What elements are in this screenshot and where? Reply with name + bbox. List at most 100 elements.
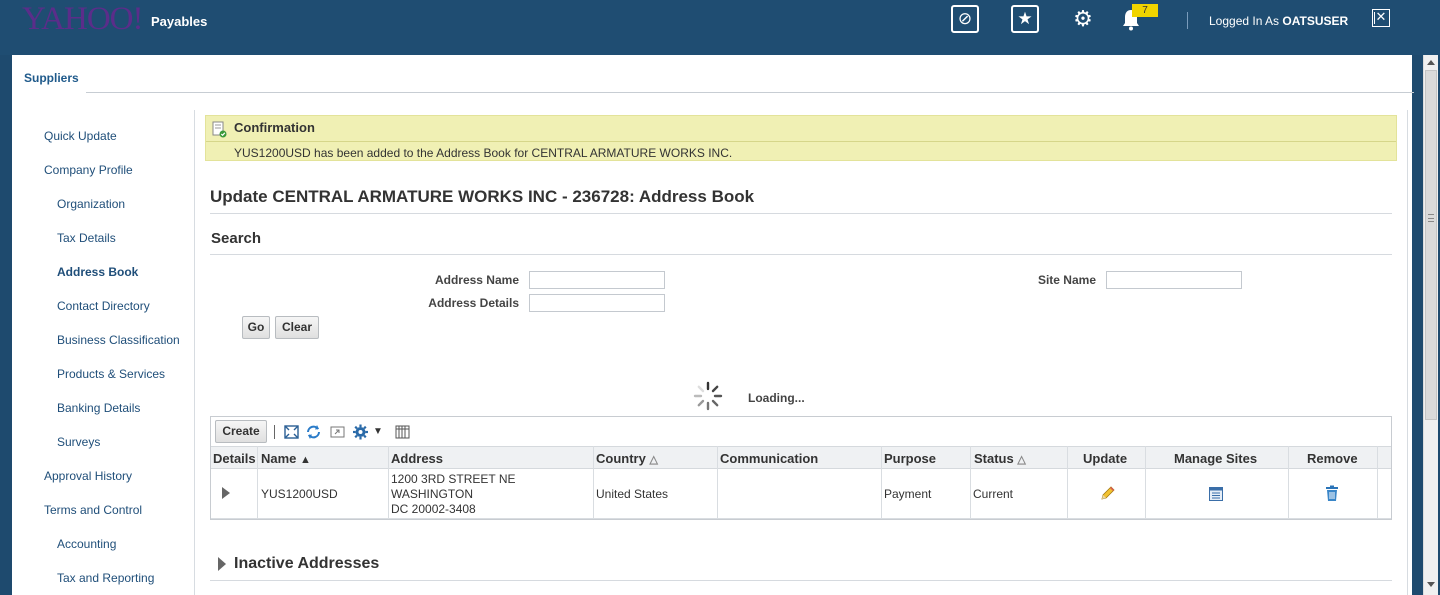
site-name-input[interactable] — [1106, 271, 1242, 289]
address-details-label: Address Details — [428, 296, 519, 310]
header-status[interactable]: Status △ — [974, 451, 1026, 466]
confirmation-title: Confirmation — [234, 120, 315, 135]
logged-in-user: Logged In As OATSUSER — [1209, 14, 1348, 28]
app-title: Payables — [151, 14, 208, 29]
header-status-label: Status — [974, 451, 1014, 466]
row-country: United States — [596, 487, 669, 501]
favorites-star-icon[interactable]: ★ — [1011, 5, 1039, 33]
column-divider — [1288, 446, 1289, 519]
nav-quick-update[interactable]: Quick Update — [44, 129, 117, 143]
scroll-up-arrow-icon[interactable] — [1427, 60, 1435, 65]
freeze-icon[interactable] — [329, 424, 346, 440]
loading-text: Loading... — [748, 391, 805, 405]
nav-contact-directory[interactable]: Contact Directory — [57, 299, 150, 313]
chevron-down-icon[interactable]: ▼ — [372, 424, 384, 440]
logout-icon[interactable]: ✕ — [1372, 9, 1390, 27]
tab-suppliers[interactable]: Suppliers — [24, 71, 79, 85]
update-pencil-icon[interactable] — [1099, 486, 1115, 502]
confirmation-divider — [206, 141, 1396, 142]
column-divider — [970, 446, 971, 519]
header-divider — [1187, 12, 1188, 29]
inactive-divider — [210, 580, 1392, 581]
address-name-input[interactable] — [529, 271, 665, 289]
nav-approval-history[interactable]: Approval History — [44, 469, 132, 483]
column-divider — [881, 446, 882, 519]
navigator-icon[interactable]: ⊘ — [951, 5, 979, 33]
sort-ascending-icon[interactable]: ▲ — [300, 454, 311, 466]
header-remove: Remove — [1307, 451, 1358, 466]
create-button[interactable]: Create — [215, 420, 267, 443]
columns-icon[interactable] — [394, 424, 411, 440]
header-name[interactable]: Name ▲ — [261, 451, 311, 466]
nav-products-services[interactable]: Products & Services — [57, 367, 165, 381]
row-status: Current — [973, 487, 1014, 501]
inactive-addresses-heading[interactable]: Inactive Addresses — [234, 555, 379, 573]
go-button[interactable]: Go — [242, 316, 270, 339]
username: OATSUSER — [1282, 14, 1349, 28]
address-details-input[interactable] — [529, 294, 665, 312]
confirmation-check-icon — [212, 121, 227, 138]
sort-icon[interactable]: △ — [649, 454, 657, 466]
search-divider — [210, 254, 1392, 255]
search-heading: Search — [211, 230, 262, 247]
confirmation-message: YUS1200USD has been added to the Address… — [234, 146, 733, 160]
content-frame — [200, 110, 1408, 595]
logged-in-label: Logged In As — [1209, 14, 1280, 28]
loading-spinner-icon — [692, 380, 724, 412]
header-name-label: Name — [261, 451, 297, 466]
view-settings-gear-icon[interactable] — [352, 424, 369, 440]
column-divider — [1067, 446, 1068, 519]
nav-address-book[interactable]: Address Book — [57, 265, 138, 279]
detach-icon[interactable] — [283, 424, 300, 440]
nav-business-classification[interactable]: Business Classification — [57, 333, 180, 347]
nav-tax-details[interactable]: Tax Details — [57, 231, 116, 245]
column-divider — [257, 446, 258, 519]
nav-surveys[interactable]: Surveys — [57, 435, 100, 449]
toolbar-divider — [274, 425, 275, 439]
column-divider — [593, 446, 594, 519]
page-title: Update CENTRAL ARMATURE WORKS INC - 2367… — [210, 187, 755, 206]
nav-tax-and-reporting[interactable]: Tax and Reporting — [57, 571, 154, 585]
row-address-line1: 1200 3RD STREET NE — [391, 472, 516, 486]
remove-trash-icon[interactable] — [1325, 485, 1339, 502]
clear-button[interactable]: Clear — [275, 316, 319, 339]
column-divider — [1377, 446, 1378, 519]
expand-inactive-icon[interactable] — [218, 557, 226, 571]
scrollbar-thumb[interactable] — [1425, 70, 1437, 420]
header-address: Address — [391, 451, 444, 466]
row-address-line2: WASHINGTON — [391, 487, 474, 501]
refresh-icon[interactable] — [305, 424, 322, 440]
nav-terms-and-control[interactable]: Terms and Control — [44, 503, 142, 517]
manage-sites-icon[interactable] — [1208, 486, 1224, 502]
header-update: Update — [1083, 451, 1128, 466]
column-divider — [717, 446, 718, 519]
top-header: YAHOO! Payables ⊘ ★ ⚙ 7 Logged In As OAT… — [0, 0, 1440, 55]
header-details: Details — [213, 451, 256, 466]
row-address-line3: DC 20002-3408 — [391, 502, 476, 516]
expand-details-icon[interactable] — [222, 487, 230, 499]
address-name-label: Address Name — [434, 273, 519, 287]
title-divider — [210, 213, 1392, 214]
row-purpose: Payment — [884, 487, 932, 501]
nav-organization[interactable]: Organization — [57, 197, 125, 211]
header-country-label: Country — [596, 451, 646, 466]
notifications-count-badge: 7 — [1132, 4, 1158, 17]
left-nav — [12, 110, 195, 595]
yahoo-logo: YAHOO! — [22, 1, 143, 37]
header-manage-sites: Manage Sites — [1174, 451, 1258, 466]
site-name-label: Site Name — [1037, 273, 1096, 287]
tab-divider — [86, 92, 1414, 93]
settings-gear-icon[interactable]: ⚙ — [1070, 6, 1096, 32]
column-divider — [1145, 446, 1146, 519]
row-name: YUS1200USD — [261, 487, 338, 501]
nav-company-profile[interactable]: Company Profile — [44, 163, 133, 177]
confirmation-box: Confirmation YUS1200USD has been added t… — [205, 115, 1397, 161]
header-purpose: Purpose — [884, 451, 937, 466]
column-divider — [388, 446, 389, 519]
nav-banking-details[interactable]: Banking Details — [57, 401, 140, 415]
nav-accounting[interactable]: Accounting — [57, 537, 116, 551]
row-divider — [211, 518, 1391, 519]
header-country[interactable]: Country △ — [596, 451, 658, 466]
scroll-down-arrow-icon[interactable] — [1427, 582, 1435, 587]
sort-icon[interactable]: △ — [1017, 454, 1025, 466]
